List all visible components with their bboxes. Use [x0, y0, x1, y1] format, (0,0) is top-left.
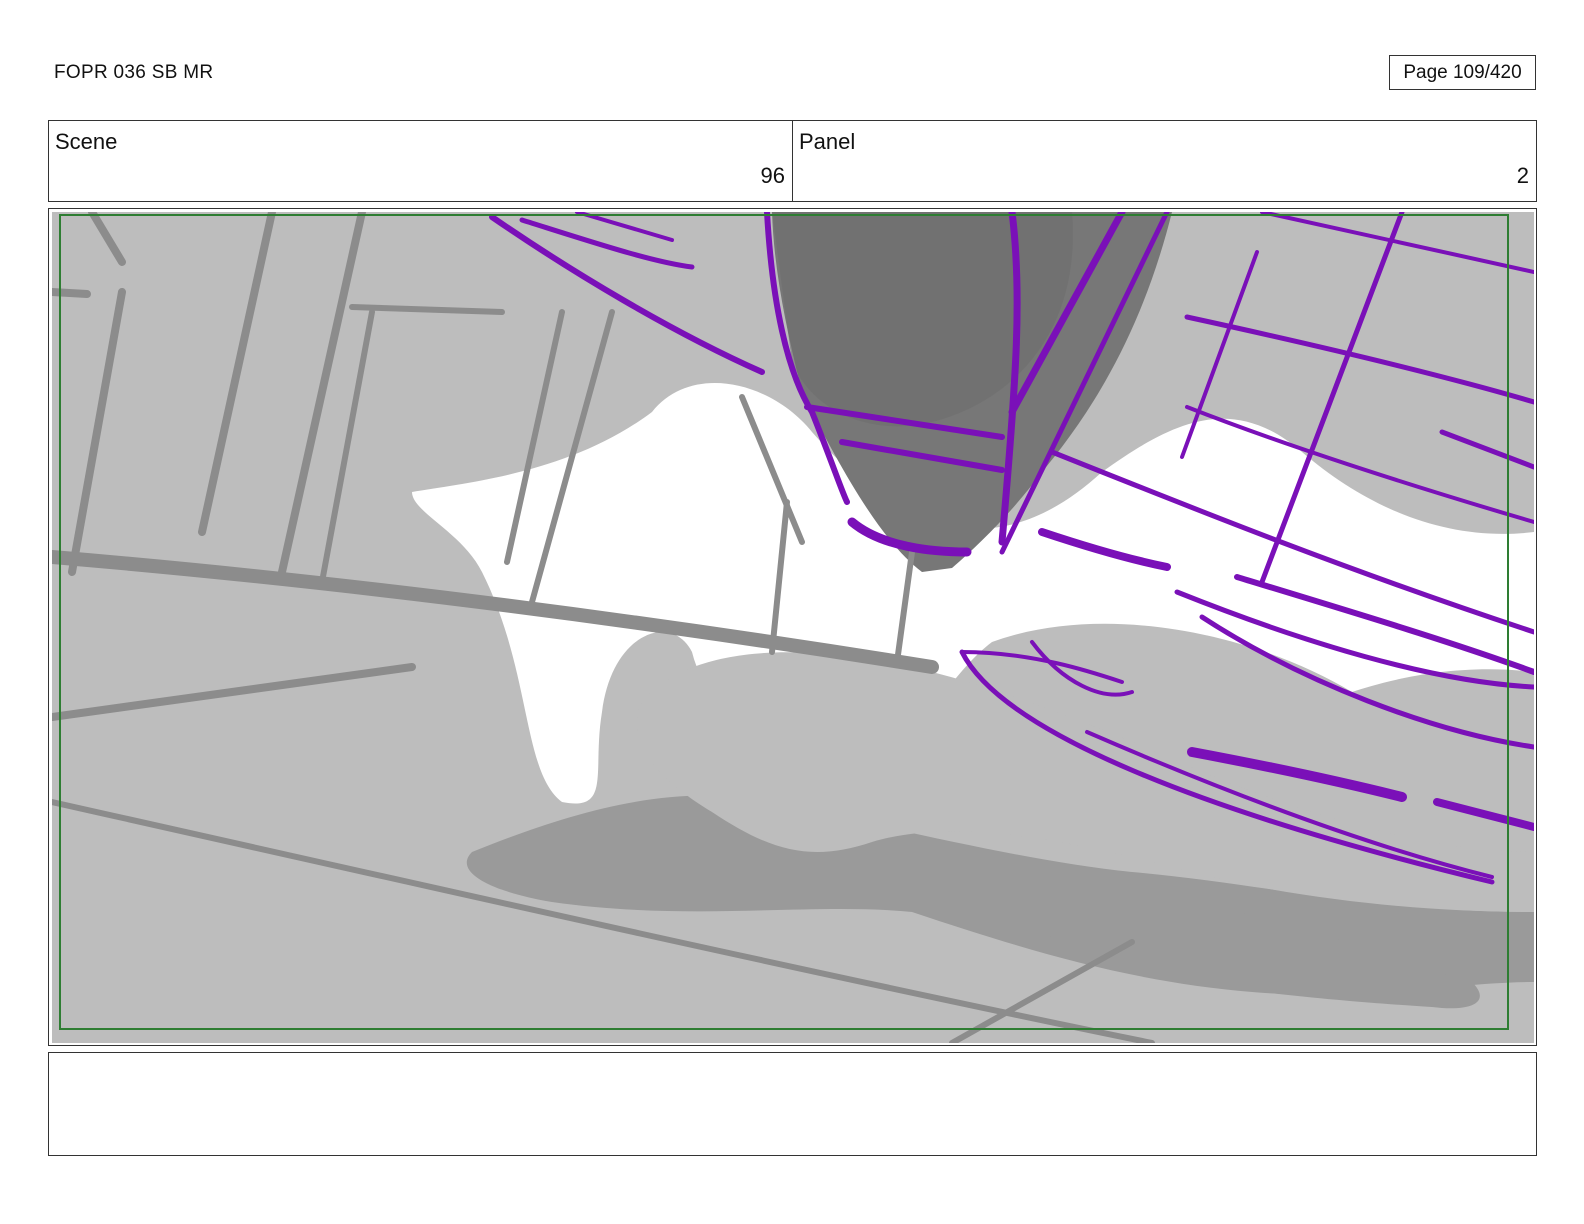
- scene-panel-info: Scene 96 Panel 2: [48, 120, 1537, 202]
- storyboard-sketch: [52, 212, 1534, 1043]
- page-indicator: Page 109/420: [1389, 55, 1536, 90]
- gray-line: [52, 288, 91, 298]
- panel-cell: Panel 2: [792, 121, 1536, 201]
- storyboard-frame: [48, 208, 1537, 1046]
- scene-number: 96: [760, 163, 785, 188]
- panel-label: Panel: [799, 129, 856, 154]
- scene-cell: Scene 96: [49, 121, 792, 201]
- scene-label: Scene: [55, 129, 118, 154]
- document-title: FOPR 036 SB MR: [54, 62, 214, 83]
- notes-box: [48, 1052, 1537, 1156]
- panel-number: 2: [1516, 163, 1529, 188]
